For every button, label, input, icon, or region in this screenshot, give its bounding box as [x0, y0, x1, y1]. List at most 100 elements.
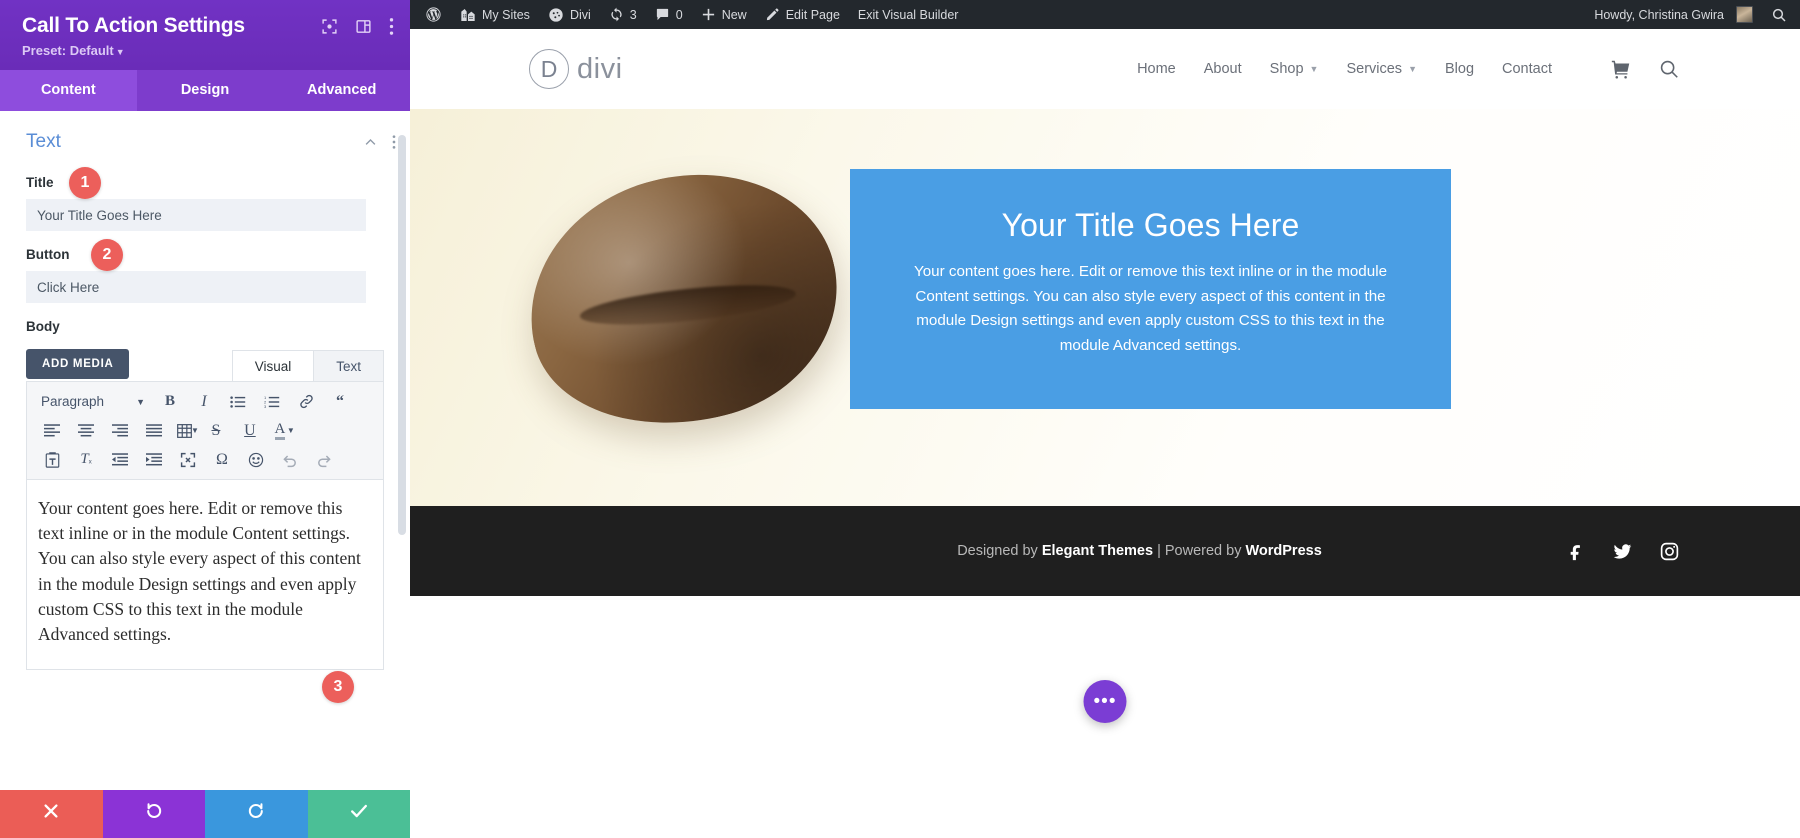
step-badge-2: 2: [91, 239, 123, 272]
align-center-icon[interactable]: [69, 417, 103, 444]
chevron-down-icon: ▼: [136, 396, 145, 407]
step-badge-1: 1: [69, 167, 101, 200]
ab-item-account[interactable]: Howdy, Christina Gwira: [1585, 0, 1762, 29]
add-media-button[interactable]: ADD MEDIA: [26, 349, 130, 380]
editor-tab-text[interactable]: Text: [313, 350, 384, 382]
underline-icon[interactable]: U: [233, 417, 267, 444]
preset-selector[interactable]: Preset: Default ▼: [22, 43, 394, 58]
site-header: D divi Home About Shop ▼ Services ▼ Blog…: [410, 29, 1800, 109]
redo-button[interactable]: [205, 790, 308, 838]
ab-item-comments[interactable]: 0: [646, 0, 692, 29]
ab-item-search[interactable]: [1762, 0, 1796, 29]
special-character-icon[interactable]: Ω: [205, 446, 239, 473]
title-input[interactable]: Your Title Goes Here: [26, 199, 366, 232]
field-label-body: Body: [26, 319, 60, 335]
save-button[interactable]: [307, 790, 410, 838]
undo-icon[interactable]: [273, 446, 307, 473]
chevron-up-icon[interactable]: [363, 135, 378, 150]
section-text-header[interactable]: Text: [0, 111, 410, 159]
avatar: [1736, 6, 1753, 23]
body-editor-content[interactable]: Your content goes here. Edit or remove t…: [26, 480, 384, 671]
ab-item-divi[interactable]: Divi: [539, 0, 600, 29]
cta-module[interactable]: Your Title Goes Here Your content goes h…: [850, 169, 1451, 409]
editor-top-bar: ADD MEDIA Visual Text: [26, 347, 384, 382]
focus-icon[interactable]: [321, 18, 338, 35]
wordpress-logo-menu[interactable]: [416, 0, 451, 29]
fullscreen-icon[interactable]: [171, 446, 205, 473]
italic-icon[interactable]: I: [187, 388, 221, 415]
cart-icon[interactable]: [1610, 58, 1632, 80]
chevron-down-icon: ▼: [1309, 64, 1319, 74]
footer-brand-elegant-themes[interactable]: Elegant Themes: [1042, 543, 1153, 559]
text-color-chevron-down-icon[interactable]: ▼: [287, 426, 295, 435]
footer-middle: | Powered by: [1153, 543, 1246, 559]
tab-content[interactable]: Content: [0, 70, 137, 112]
ab-greeting: Howdy, Christina Gwira: [1594, 7, 1724, 22]
body-editor: ADD MEDIA Visual Text Paragraph ▼ B I 1 …: [0, 347, 410, 704]
nav-item-shop[interactable]: Shop ▼: [1270, 61, 1319, 77]
bulleted-list-icon[interactable]: [221, 388, 255, 415]
ab-item-edit-page[interactable]: Edit Page: [756, 0, 849, 29]
page-preview-area: My Sites Divi 3 0 New Edit Page Exit Vis…: [410, 0, 1800, 838]
ab-item-my-sites[interactable]: My Sites: [451, 0, 539, 29]
format-select-value: Paragraph: [41, 394, 105, 410]
strikethrough-icon[interactable]: S: [199, 417, 233, 444]
editor-mode-tabs: Visual Text: [231, 350, 384, 382]
nav-item-about[interactable]: About: [1204, 61, 1242, 77]
instagram-icon[interactable]: [1659, 541, 1680, 562]
format-select[interactable]: Paragraph ▼: [35, 394, 153, 409]
plus-icon: [701, 7, 716, 22]
redo-icon: [246, 801, 266, 827]
nav-item-services[interactable]: Services ▼: [1346, 61, 1417, 77]
redo-icon[interactable]: [307, 446, 341, 473]
wordpress-icon: [425, 6, 442, 23]
chevron-down-icon: ▼: [1408, 64, 1417, 74]
more-vertical-icon[interactable]: [389, 17, 394, 36]
ab-item-updates[interactable]: 3: [600, 0, 646, 29]
ab-label-comments-count: 0: [675, 7, 683, 22]
nav-label: About: [1203, 61, 1242, 77]
settings-panel-body: Text Title 1 Your Title Goes Here Button…: [0, 111, 410, 790]
field-button: Button 2 Click Here: [0, 231, 410, 304]
paste-as-text-icon[interactable]: [35, 446, 69, 473]
emoji-icon[interactable]: [239, 446, 273, 473]
blockquote-icon[interactable]: “: [323, 388, 357, 415]
site-logo[interactable]: D divi: [529, 49, 623, 89]
ab-item-exit-visual-builder[interactable]: Exit Visual Builder: [849, 0, 968, 29]
button-text-input[interactable]: Click Here: [26, 271, 366, 304]
facebook-icon[interactable]: [1566, 541, 1586, 562]
cta-body: Your content goes here. Edit or remove t…: [913, 263, 1388, 354]
discard-button[interactable]: [0, 790, 103, 838]
ab-label-new: New: [721, 7, 747, 22]
bold-icon[interactable]: B: [153, 388, 187, 415]
align-justify-icon[interactable]: [137, 417, 171, 444]
field-label-title: Title: [26, 175, 54, 191]
tab-label: Content: [40, 82, 96, 99]
editor-toolbar-row-2: ▼ S U A ▼: [35, 416, 377, 445]
link-icon[interactable]: [289, 388, 323, 415]
nav-item-blog[interactable]: Blog: [1445, 61, 1474, 77]
editor-tab-visual[interactable]: Visual: [231, 350, 315, 382]
align-left-icon[interactable]: [35, 417, 69, 444]
layout-columns-icon[interactable]: [355, 18, 372, 35]
more-vertical-icon[interactable]: [392, 134, 396, 150]
visual-builder-toggle-button[interactable]: •••: [1083, 680, 1127, 723]
search-icon[interactable]: [1658, 58, 1680, 80]
ellipsis-icon: •••: [1093, 690, 1117, 712]
align-right-icon[interactable]: [103, 417, 137, 444]
ab-item-new[interactable]: New: [692, 0, 756, 29]
indent-icon[interactable]: [137, 446, 171, 473]
undo-button[interactable]: [102, 790, 205, 838]
numbered-list-icon[interactable]: 1 2 3: [255, 388, 289, 415]
outdent-icon[interactable]: [103, 446, 137, 473]
nav-item-home[interactable]: Home: [1137, 61, 1176, 77]
nav-item-contact[interactable]: Contact: [1502, 61, 1552, 77]
table-chevron-down-icon[interactable]: ▼: [191, 426, 199, 435]
button-input-value: Click Here: [37, 279, 100, 295]
clear-formatting-icon[interactable]: Tₓ: [69, 446, 103, 473]
twitter-icon[interactable]: [1612, 541, 1633, 562]
footer-brand-wordpress[interactable]: WordPress: [1245, 543, 1321, 559]
hero-section: Your Title Goes Here Your content goes h…: [410, 109, 1800, 506]
tab-design[interactable]: Design: [136, 70, 274, 112]
tab-advanced[interactable]: Advanced: [273, 70, 410, 112]
